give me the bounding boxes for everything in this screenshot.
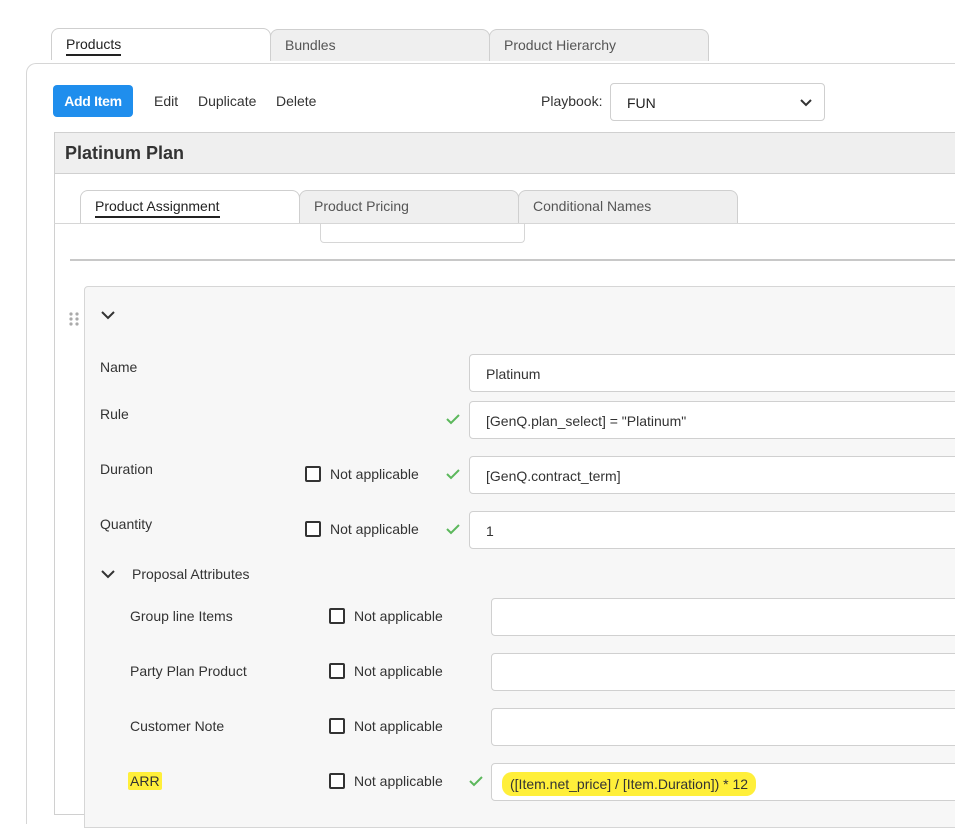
- not-applicable-label: Not applicable: [354, 608, 443, 624]
- customer-note-input[interactable]: [491, 708, 955, 746]
- tab-products-label: Products: [66, 36, 122, 56]
- quantity-not-applicable-checkbox[interactable]: [305, 521, 321, 537]
- tab-product-assignment[interactable]: Product Assignment: [80, 190, 300, 223]
- tab-product-pricing[interactable]: Product Pricing: [299, 190, 519, 223]
- arr-label: ARR: [128, 772, 162, 790]
- playbook-value: FUN: [627, 95, 656, 111]
- check-icon: [446, 414, 460, 425]
- item-title: Platinum Plan: [54, 132, 955, 174]
- tab-bundles[interactable]: Bundles: [270, 29, 490, 61]
- chevron-down-icon: [800, 99, 812, 107]
- tab-product-assignment-label: Product Assignment: [95, 198, 220, 218]
- not-applicable-label: Not applicable: [354, 663, 443, 679]
- duration-not-applicable-label: Not applicable: [330, 466, 419, 482]
- tab-conditional-names-label: Conditional Names: [533, 198, 652, 214]
- group-line-items-input[interactable]: [491, 598, 955, 636]
- drag-handle-icon[interactable]: [68, 311, 80, 327]
- not-applicable-label: Not applicable: [354, 773, 443, 789]
- duration-input[interactable]: [GenQ.contract_term]: [469, 456, 955, 494]
- check-icon: [469, 776, 483, 787]
- section-divider: [70, 259, 955, 261]
- collapse-chevron-icon[interactable]: [100, 308, 116, 322]
- add-item-button[interactable]: Add Item: [53, 85, 133, 117]
- tab-product-hierarchy[interactable]: Product Hierarchy: [489, 29, 709, 61]
- duplicate-button[interactable]: Duplicate: [198, 93, 256, 109]
- arr-formula-text: ([Item.net_price] / [Item.Duration]) * 1…: [502, 772, 757, 796]
- rule-label: Rule: [100, 406, 129, 422]
- party-plan-product-not-applicable-checkbox[interactable]: [329, 663, 345, 679]
- name-label: Name: [100, 359, 138, 375]
- tab-products[interactable]: Products: [51, 28, 271, 60]
- proposal-attributes-heading[interactable]: Proposal Attributes: [132, 566, 250, 582]
- arr-not-applicable-checkbox[interactable]: [329, 773, 345, 789]
- playbook-select[interactable]: FUN: [610, 83, 825, 121]
- quantity-not-applicable-label: Not applicable: [330, 521, 419, 537]
- group-line-items-not-applicable-checkbox[interactable]: [329, 608, 345, 624]
- attribute-label: Party Plan Product: [130, 663, 247, 679]
- tab-product-pricing-label: Product Pricing: [314, 198, 409, 214]
- playbook-label: Playbook:: [541, 93, 603, 109]
- tab-bundles-label: Bundles: [285, 37, 336, 53]
- duration-label: Duration: [100, 461, 153, 477]
- duration-not-applicable-checkbox[interactable]: [305, 466, 321, 482]
- tab-product-hierarchy-label: Product Hierarchy: [504, 37, 617, 53]
- attribute-label: Customer Note: [130, 718, 225, 734]
- partial-field: [320, 224, 525, 243]
- proposal-attributes-chevron-icon[interactable]: [100, 567, 116, 581]
- attribute-label: Group line Items: [130, 608, 233, 624]
- quantity-input[interactable]: 1: [469, 511, 955, 549]
- edit-button[interactable]: Edit: [154, 93, 178, 109]
- customer-note-not-applicable-checkbox[interactable]: [329, 718, 345, 734]
- tab-conditional-names[interactable]: Conditional Names: [518, 190, 738, 223]
- rule-input[interactable]: [GenQ.plan_select] = "Platinum": [469, 401, 955, 439]
- party-plan-product-input[interactable]: [491, 653, 955, 691]
- name-input[interactable]: Platinum: [469, 354, 955, 392]
- quantity-label: Quantity: [100, 516, 153, 532]
- arr-formula-input[interactable]: ([Item.net_price] / [Item.Duration]) * 1…: [491, 763, 955, 801]
- check-icon: [446, 469, 460, 480]
- delete-button[interactable]: Delete: [276, 93, 316, 109]
- check-icon: [446, 524, 460, 535]
- arr-label-text: ARR: [128, 772, 162, 790]
- not-applicable-label: Not applicable: [354, 718, 443, 734]
